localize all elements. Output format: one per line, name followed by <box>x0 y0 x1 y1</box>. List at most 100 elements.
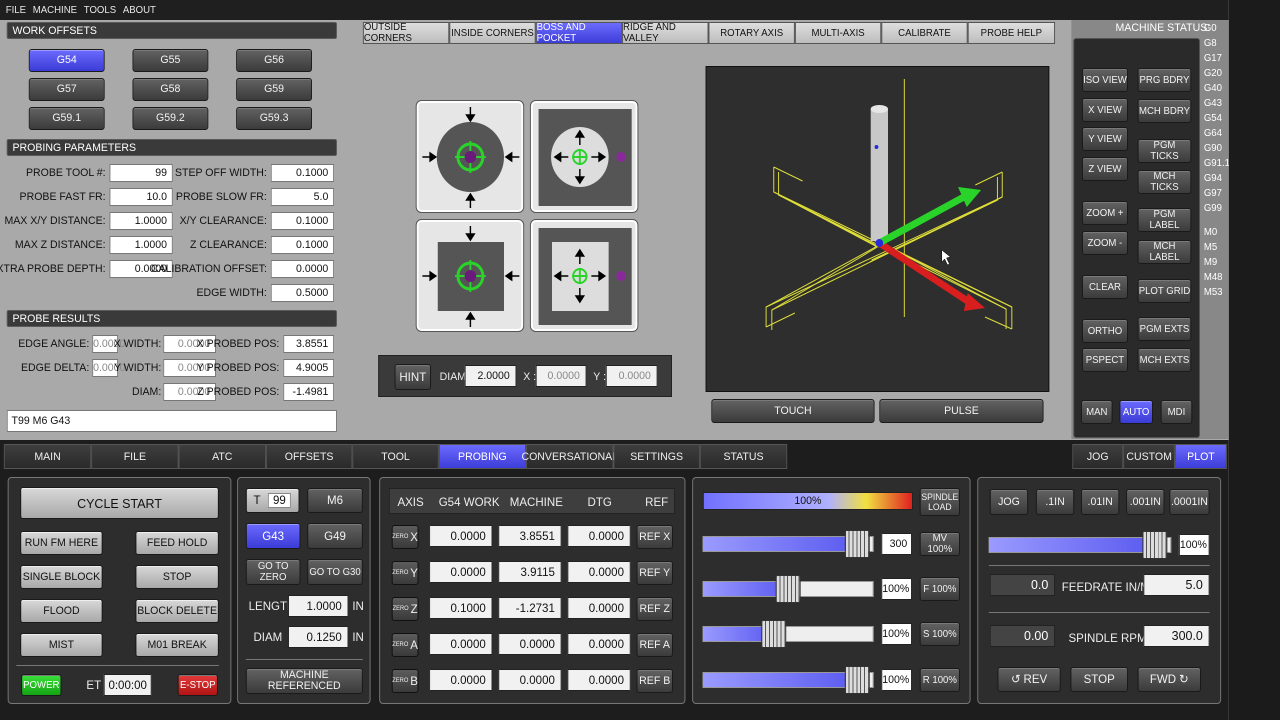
menu-tools[interactable]: TOOLS <box>84 5 116 16</box>
tab-conversational[interactable]: CONVERSATIONAL <box>521 444 618 469</box>
tab-plot[interactable]: PLOT <box>1175 444 1227 469</box>
spindle-stop-button[interactable]: STOP <box>1070 667 1128 692</box>
tab-main[interactable]: MAIN <box>3 444 92 469</box>
clear-button[interactable]: CLEAR <box>1081 275 1128 299</box>
auto-mode-button[interactable]: AUTO <box>1119 400 1153 424</box>
spindle-fwd-button[interactable]: FWD ↻ <box>1137 667 1201 692</box>
stop-button[interactable]: STOP <box>135 565 219 589</box>
probe-fast-fr-field[interactable]: 10.0 <box>109 188 173 206</box>
g43-button[interactable]: G43 <box>245 523 301 549</box>
rapid-override-slider[interactable] <box>702 666 874 694</box>
m01-break-button[interactable]: M01 BREAK <box>135 633 219 657</box>
xy-clearance-field[interactable]: 0.1000 <box>270 212 335 230</box>
tab-tool[interactable]: TOOL <box>352 444 439 469</box>
tab-boss-and-pocket[interactable]: BOSS AND POCKET <box>535 22 623 44</box>
tool-number-button[interactable]: T 99 <box>245 488 300 513</box>
z-view-button[interactable]: Z VIEW <box>1081 157 1128 181</box>
r-100-button[interactable]: R 100% <box>919 668 960 692</box>
slider-thumb[interactable] <box>761 620 787 648</box>
slider-thumb[interactable] <box>844 530 870 558</box>
feed-hold-button[interactable]: FEED HOLD <box>135 531 219 555</box>
man-mode-button[interactable]: MAN <box>1080 400 1113 424</box>
length-field[interactable]: 1.0000 <box>288 595 349 617</box>
z-probed-pos-field[interactable]: -1.4981 <box>283 383 335 401</box>
feed-override-slider[interactable] <box>702 575 874 603</box>
zero-x-button[interactable]: ZERO X <box>391 525 419 549</box>
g49-button[interactable]: G49 <box>307 523 363 549</box>
z-work-field[interactable]: 0.1000 <box>429 597 493 619</box>
rect-boss-probe-button[interactable] <box>415 219 525 332</box>
pgm-ticks-button[interactable]: PGM TICKS <box>1137 139 1192 163</box>
g55-button[interactable]: G55 <box>132 49 209 72</box>
menu-file[interactable]: FILE <box>6 5 26 16</box>
rect-pocket-probe-button[interactable] <box>529 219 639 332</box>
jog-001-button[interactable]: .01IN <box>1080 489 1120 515</box>
pocket-xy-probe-button[interactable] <box>529 100 639 213</box>
f-100-button[interactable]: F 100% <box>919 577 960 601</box>
a-work-field[interactable]: 0.0000 <box>429 633 493 655</box>
go-to-g30-button[interactable]: GO TO G30 <box>307 559 363 585</box>
max-z-distance-field[interactable]: 1.0000 <box>109 236 173 254</box>
y-work-field[interactable]: 0.0000 <box>429 561 493 583</box>
plot-grid-button[interactable]: PLOT GRID <box>1137 279 1192 303</box>
mch-label-button[interactable]: MCH LABEL <box>1137 240 1192 264</box>
m6-button[interactable]: M6 <box>307 488 363 513</box>
mdi-mode-button[interactable]: MDI <box>1160 400 1193 424</box>
spindle-override-slider[interactable] <box>702 620 874 648</box>
hint-x-field[interactable]: 0.0000 <box>535 365 587 387</box>
slider-thumb[interactable] <box>844 666 870 694</box>
tab-status[interactable]: STATUS <box>699 444 788 469</box>
power-button[interactable]: POWER <box>21 674 62 696</box>
hint-diam-field[interactable]: 2.0000 <box>464 365 517 387</box>
g58-button[interactable]: G58 <box>132 78 209 101</box>
edge-width-field[interactable]: 0.5000 <box>270 284 335 302</box>
block-delete-button[interactable]: BLOCK DELETE <box>135 599 219 623</box>
ortho-button[interactable]: ORTHO <box>1081 319 1128 343</box>
probe-slow-fr-field[interactable]: 5.0 <box>270 188 335 206</box>
g59-button[interactable]: G59 <box>236 78 312 101</box>
hint-button[interactable]: HINT <box>394 364 432 390</box>
mv-100-button[interactable]: MV 100% <box>919 532 960 556</box>
tab-file[interactable]: FILE <box>91 444 179 469</box>
mdi-line-input[interactable]: T99 M6 G43 <box>6 410 337 432</box>
jog-button[interactable]: JOG <box>989 489 1029 515</box>
ref-b-button[interactable]: REF B <box>636 669 673 693</box>
zoom-in-button[interactable]: ZOOM + <box>1081 201 1128 225</box>
prg-bdry-button[interactable]: PRG BDRY <box>1137 68 1192 92</box>
jog-0001-button[interactable]: .001IN <box>1126 489 1165 515</box>
zero-z-button[interactable]: ZERO Z <box>391 597 419 621</box>
tab-probing[interactable]: PROBING <box>438 444 527 469</box>
tab-inside-corners[interactable]: INSIDE CORNERS <box>449 22 536 44</box>
spindle-rpm-set-field[interactable]: 300.0 <box>1143 625 1210 647</box>
estop-button[interactable]: E-STOP <box>177 674 218 696</box>
z-clearance-field[interactable]: 0.1000 <box>270 236 335 254</box>
step-off-width-field[interactable]: 0.1000 <box>270 164 335 182</box>
tab-rotary-axis[interactable]: ROTARY AXIS <box>708 22 795 44</box>
s-100-button[interactable]: S 100% <box>919 622 960 646</box>
g59-1-button[interactable]: G59.1 <box>28 107 105 130</box>
mch-ticks-button[interactable]: MCH TICKS <box>1137 170 1192 194</box>
feedrate-set-field[interactable]: 5.0 <box>1143 574 1210 596</box>
iso-view-button[interactable]: ISO VIEW <box>1081 68 1128 92</box>
tab-outside-corners[interactable]: OUTSIDE CORNERS <box>362 22 450 44</box>
jog-01-button[interactable]: .1IN <box>1035 489 1075 515</box>
diam-field[interactable]: 0.1250 <box>288 626 349 648</box>
mch-bdry-button[interactable]: MCH BDRY <box>1137 99 1192 123</box>
pulse-button[interactable]: PULSE <box>879 399 1044 423</box>
menu-about[interactable]: ABOUT <box>123 5 156 16</box>
g59-3-button[interactable]: G59.3 <box>236 107 312 130</box>
zero-a-button[interactable]: ZERO A <box>391 633 419 657</box>
ref-x-button[interactable]: REF X <box>636 525 673 549</box>
plot-viewport[interactable] <box>705 66 1050 392</box>
g59-2-button[interactable]: G59.2 <box>132 107 209 130</box>
jog-00001-button[interactable]: .0001IN <box>1169 489 1210 515</box>
single-block-button[interactable]: SINGLE BLOCK <box>20 565 103 589</box>
slider-thumb[interactable] <box>1142 531 1168 559</box>
tab-custom[interactable]: CUSTOM <box>1123 444 1176 469</box>
ref-z-button[interactable]: REF Z <box>636 597 673 621</box>
spindle-rev-button[interactable]: ↺ REV <box>997 667 1061 692</box>
tab-settings[interactable]: SETTINGS <box>613 444 700 469</box>
g57-button[interactable]: G57 <box>28 78 105 101</box>
pgm-exts-button[interactable]: PGM EXTS <box>1137 317 1192 341</box>
x-probed-pos-field[interactable]: 3.8551 <box>283 335 335 353</box>
